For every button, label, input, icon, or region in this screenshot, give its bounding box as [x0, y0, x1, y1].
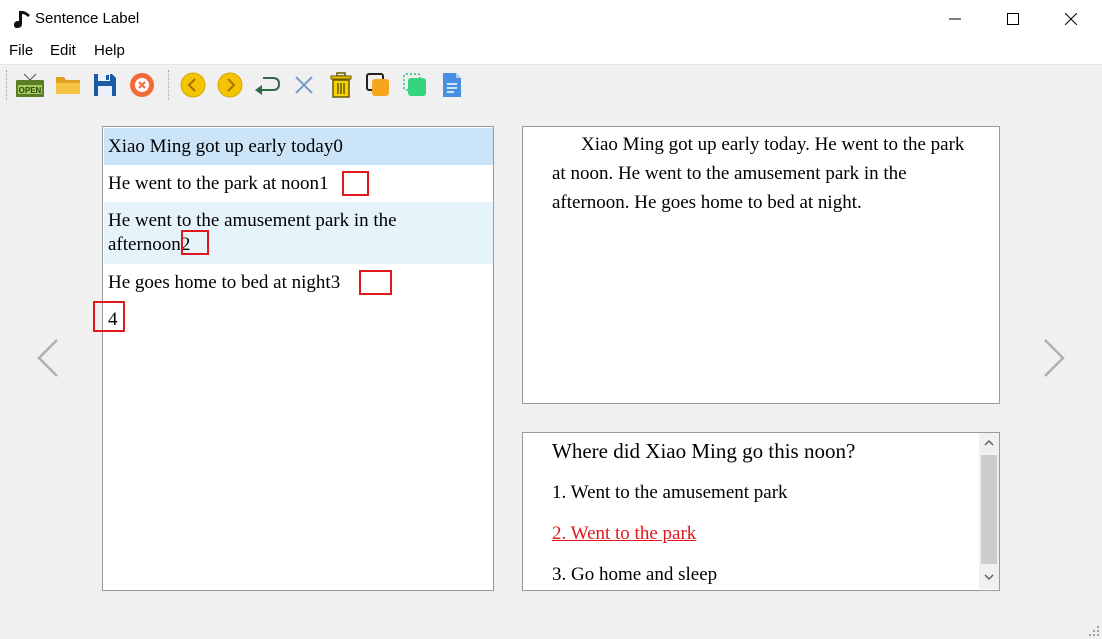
- chevron-right-circle-icon: [217, 72, 243, 98]
- question-scrollbar[interactable]: [979, 433, 999, 589]
- toolbar-separator: [168, 70, 170, 100]
- index-highlight-box-1: [342, 171, 369, 196]
- next-button[interactable]: [215, 70, 245, 100]
- maximize-button[interactable]: [984, 0, 1042, 38]
- scrollbar-thumb[interactable]: [981, 455, 997, 564]
- menu-file[interactable]: File: [9, 42, 33, 59]
- option-3[interactable]: 3. Go home and sleep: [552, 564, 717, 586]
- floppy-disk-icon: [94, 74, 116, 96]
- menu-help[interactable]: Help: [94, 42, 125, 59]
- question-panel[interactable]: Where did Xiao Ming go this noon? 1. Wen…: [522, 432, 1000, 591]
- chevron-right-icon: [1044, 339, 1065, 377]
- menu-bar: File Edit Help: [0, 38, 1102, 64]
- select-icon: [403, 73, 426, 96]
- title-bar: Sentence Label: [0, 0, 1102, 38]
- copy-button[interactable]: [363, 70, 393, 100]
- sentence-text-3: He goes home to bed at night: [108, 272, 331, 293]
- folder-icon: [56, 77, 80, 94]
- clear-button[interactable]: [326, 70, 356, 100]
- select-button[interactable]: [400, 70, 430, 100]
- sentence-index-3: 3: [330, 272, 341, 293]
- sentence-row-1[interactable]: He went to the park at noon1: [104, 165, 493, 202]
- sentence-index-0: 0: [333, 136, 343, 157]
- resize-grip-icon[interactable]: [1088, 625, 1100, 637]
- chevron-left-circle-icon: [180, 72, 206, 98]
- svg-text:OPEN: OPEN: [19, 86, 42, 95]
- music-note-icon: [14, 10, 30, 29]
- delete-button[interactable]: [289, 70, 319, 100]
- toolbar-grip[interactable]: [6, 70, 8, 100]
- sentence-index-1: 1: [319, 173, 329, 194]
- sentence-text-2-line2: afternoon: [108, 234, 181, 255]
- sentence-row-3[interactable]: He goes home to bed at night3: [104, 264, 493, 301]
- scroll-up-arrow-icon[interactable]: [983, 437, 995, 449]
- return-arrow-icon: [255, 77, 281, 95]
- document-button[interactable]: [437, 70, 467, 100]
- option-1[interactable]: 1. Went to the amusement park: [552, 482, 788, 504]
- undo-button[interactable]: [252, 70, 282, 100]
- toolbar: OPEN: [0, 64, 1102, 104]
- chevron-left-icon: [37, 339, 58, 377]
- minimize-icon: [949, 18, 961, 20]
- open-file-button[interactable]: OPEN: [15, 70, 45, 100]
- previous-button[interactable]: [178, 70, 208, 100]
- close-file-button[interactable]: [127, 70, 157, 100]
- index-highlight-box-4: [93, 301, 125, 332]
- option-2-selected[interactable]: 2. Went to the park: [552, 523, 696, 545]
- close-button[interactable]: [1042, 0, 1100, 38]
- window-title: Sentence Label: [35, 10, 140, 27]
- workspace: Xiao Ming got up early today0 He went to…: [0, 104, 1102, 639]
- trash-icon: [330, 72, 352, 98]
- close-icon: [1065, 13, 1077, 25]
- index-highlight-box-3: [359, 270, 392, 295]
- save-button[interactable]: [90, 70, 120, 100]
- scroll-down-arrow-icon[interactable]: [983, 571, 995, 583]
- sentence-list[interactable]: Xiao Ming got up early today0 He went to…: [93, 126, 494, 591]
- cross-icon: [295, 76, 313, 94]
- sentence-text-2-line1: He went to the amusement park in the: [108, 210, 397, 231]
- open-sign-icon: OPEN: [16, 73, 44, 97]
- minimize-button[interactable]: [926, 0, 984, 38]
- index-highlight-box-2: [181, 230, 209, 255]
- document-icon: [443, 73, 461, 97]
- prev-page-arrow[interactable]: [33, 333, 63, 383]
- menu-edit[interactable]: Edit: [50, 42, 76, 59]
- copy-icon: [366, 73, 389, 96]
- open-folder-button[interactable]: [53, 70, 83, 100]
- close-circle-icon: [130, 73, 154, 97]
- sentence-row-2[interactable]: He went to the amusement park in the aft…: [104, 202, 493, 264]
- sentence-row-0[interactable]: Xiao Ming got up early today0: [104, 128, 493, 165]
- passage-text: Xiao Ming got up early today. He went to…: [552, 134, 965, 213]
- passage-panel[interactable]: Xiao Ming got up early today. He went to…: [522, 126, 1000, 404]
- maximize-icon: [1007, 13, 1019, 25]
- sentence-text-1: He went to the park at noon: [108, 173, 320, 194]
- question-title: Where did Xiao Ming go this noon?: [552, 439, 856, 463]
- sentence-text-0: Xiao Ming got up early today: [108, 136, 334, 157]
- sentence-row-4[interactable]: 4: [104, 301, 493, 338]
- next-page-arrow[interactable]: [1039, 333, 1069, 383]
